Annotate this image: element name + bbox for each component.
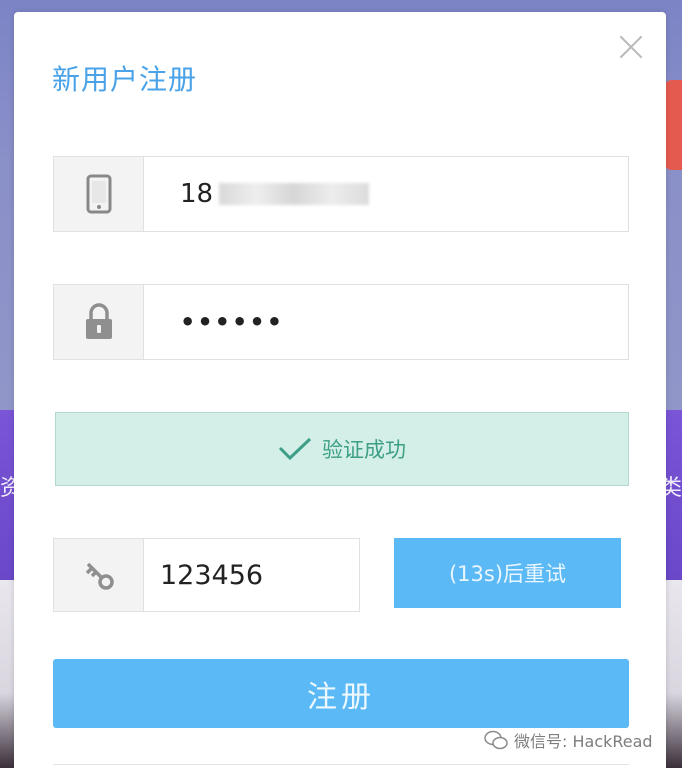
key-icon (85, 562, 114, 590)
watermark-text: 微信号: HackRead (514, 732, 653, 751)
wechat-icon (484, 730, 508, 750)
check-icon (278, 437, 312, 461)
register-modal: 新用户注册 18 •••••• 验证成功 123456 (13s)后重试 注册 (14, 12, 666, 768)
password-value[interactable]: •••••• (180, 285, 284, 359)
bottom-divider (53, 764, 629, 765)
phone-field[interactable]: 18 (53, 156, 629, 232)
verify-success-bar: 验证成功 (55, 412, 629, 486)
background-red-accent (664, 80, 682, 170)
resend-code-button[interactable]: (13s)后重试 (394, 538, 621, 608)
code-addon (54, 539, 144, 611)
phone-icon (86, 174, 111, 214)
register-button[interactable]: 注册 (53, 659, 629, 728)
password-addon (54, 285, 144, 359)
code-value[interactable]: 123456 (160, 539, 263, 611)
watermark: 微信号: HackRead (484, 728, 653, 752)
code-field[interactable]: 123456 (53, 538, 360, 612)
lock-icon (85, 303, 112, 339)
verify-text: 验证成功 (322, 438, 406, 462)
password-field[interactable]: •••••• (53, 284, 629, 360)
modal-title: 新用户注册 (52, 63, 198, 96)
phone-addon (54, 157, 144, 231)
phone-prefix: 18 (180, 179, 214, 209)
phone-redacted-blur (219, 183, 370, 205)
password-masked: •••••• (180, 308, 285, 336)
phone-value[interactable]: 18 (180, 157, 370, 231)
close-icon[interactable] (616, 32, 646, 62)
